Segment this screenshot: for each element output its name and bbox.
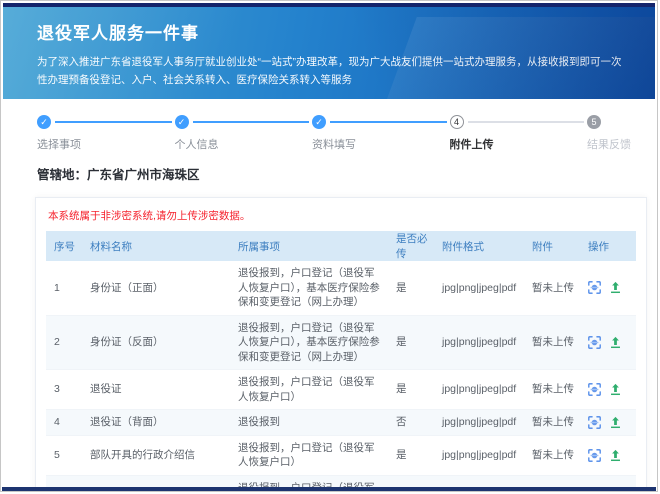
col-header-required: 是否必传 (388, 231, 434, 261)
upload-icon[interactable] (609, 416, 622, 429)
cell-material-name: 部队开具的行政介绍信 (82, 435, 230, 476)
col-header-attachment: 附件 (524, 231, 580, 261)
cell-index: 3 (46, 369, 82, 410)
upload-icon[interactable] (609, 336, 622, 349)
step-number-badge: 5 (587, 115, 601, 129)
step-select-matter[interactable]: ✓ 选择事项 (37, 115, 175, 152)
materials-table-body: 1 身份证（正面） 退役报到，户口登记（退役军人恢复户口），基本医疗保险参保和变… (46, 261, 636, 491)
check-icon: ✓ (312, 115, 326, 129)
cell-format: jpg|png|jpeg|pdf (434, 369, 524, 410)
cell-matter: 退役报到，户口登记（退役军人恢复户口），基本医疗保险参保和变更登记（网上办理） (230, 261, 388, 316)
cell-matter: 退役报到 (230, 409, 388, 436)
cell-material-name: 身份证（反面） (82, 315, 230, 370)
step-result-feedback[interactable]: 5 结果反馈 (587, 115, 631, 152)
cell-index: 4 (46, 409, 82, 436)
col-header-format: 附件格式 (434, 231, 524, 261)
upload-icon[interactable] (609, 449, 622, 462)
cell-attachment-status: 暂未上传 (524, 369, 580, 410)
cell-index: 5 (46, 435, 82, 476)
cell-required: 是 (388, 435, 434, 476)
material-row: 4 退役证（背面） 退役报到 否 jpg|png|jpeg|pdf 暂未上传 (46, 409, 636, 436)
cell-format: jpg|png|jpeg|pdf (434, 435, 524, 476)
scan-upload-icon[interactable] (588, 383, 601, 396)
table-header-row: 序号 材料名称 所属事项 是否必传 附件格式 附件 操作 (46, 231, 636, 261)
cell-matter: 退役报到，户口登记（退役军人恢复户口） (230, 435, 388, 476)
cell-attachment-status: 暂未上传 (524, 409, 580, 436)
step-fill-data[interactable]: ✓ 资料填写 (312, 115, 450, 152)
cell-material-name: 身份证（正面） (82, 261, 230, 316)
bottom-footer-edge (2, 487, 656, 491)
cell-format: jpg|png|jpeg|pdf (434, 315, 524, 370)
upload-icon[interactable] (609, 383, 622, 396)
cell-attachment-status: 暂未上传 (524, 261, 580, 316)
scan-upload-icon[interactable] (588, 281, 601, 295)
banner-body: 退役军人服务一件事 为了深入推进广东省退役军人事务厅就业创业处“一站式”办理改革… (3, 7, 655, 99)
check-icon: ✓ (37, 115, 51, 129)
cell-material-name: 退役证（背面） (82, 409, 230, 436)
step-label: 附件上传 (449, 139, 494, 151)
row-actions (588, 335, 632, 349)
material-row: 3 退役证 退役报到，户口登记（退役军人恢复户口） 是 jpg|png|jpeg… (46, 369, 636, 410)
material-row: 2 身份证（反面） 退役报到，户口登记（退役军人恢复户口），基本医疗保险参保和变… (46, 315, 636, 370)
cell-format: jpg|png|jpeg|pdf (434, 409, 524, 436)
cell-index: 2 (46, 315, 82, 370)
cell-format: jpg|png|jpeg|pdf (434, 261, 524, 316)
material-row: 1 身份证（正面） 退役报到，户口登记（退役军人恢复户口），基本医疗保险参保和变… (46, 261, 636, 316)
step-label: 个人信息 (174, 139, 219, 151)
upload-icon[interactable] (609, 281, 622, 294)
col-header-matter: 所属事项 (230, 231, 388, 261)
materials-table: 序号 材料名称 所属事项 是否必传 附件格式 附件 操作 1 身份证（正面） 退… (46, 231, 636, 491)
jurisdiction-value: 广东省广州市海珠区 (87, 168, 200, 182)
cell-attachment-status: 暂未上传 (524, 435, 580, 476)
scan-upload-icon[interactable] (588, 335, 601, 349)
cell-attachment-status: 暂未上传 (524, 315, 580, 370)
cell-index: 1 (46, 261, 82, 316)
cell-matter: 退役报到，户口登记（退役军人恢复户口），基本医疗保险参保和变更登记（网上办理） (230, 315, 388, 370)
materials-card: 本系统属于非涉密系统,请勿上传涉密数据。 序号 材料名称 所属事项 是否必传 附… (35, 197, 647, 491)
step-personal-info[interactable]: ✓ 个人信息 (174, 115, 313, 152)
cell-required: 否 (388, 409, 434, 436)
step-label: 资料填写 (312, 139, 356, 151)
cell-material-name: 退役证 (82, 369, 230, 410)
cell-required: 是 (388, 261, 434, 316)
col-header-material: 材料名称 (82, 231, 230, 261)
step-label: 选择事项 (37, 139, 81, 151)
row-actions (588, 448, 632, 462)
check-icon: ✓ (174, 115, 189, 129)
material-row: 5 部队开具的行政介绍信 退役报到，户口登记（退役军人恢复户口） 是 jpg|p… (46, 435, 636, 476)
veterans-service-page: 退役军人服务一件事 为了深入推进广东省退役军人事务厅就业创业处“一站式”办理改革… (0, 0, 658, 492)
progress-steps: ✓ 选择事项 ✓ 个人信息 ✓ 资料填写 4 附件上传 5 结果反馈 (37, 115, 631, 152)
cell-required: 是 (388, 369, 434, 410)
security-notice: 本系统属于非涉密系统,请勿上传涉密数据。 (48, 210, 251, 222)
page-title: 退役军人服务一件事 (37, 24, 199, 43)
scan-upload-icon[interactable] (588, 415, 601, 429)
step-number-badge: 4 (449, 115, 464, 129)
col-header-index: 序号 (46, 231, 82, 261)
step-label: 结果反馈 (587, 139, 631, 151)
cell-required: 是 (388, 315, 434, 370)
col-header-operation: 操作 (580, 231, 636, 261)
cell-matter: 退役报到，户口登记（退役军人恢复户口） (230, 369, 388, 410)
page-description: 为了深入推进广东省退役军人事务厅就业创业处“一站式”办理改革，现为广大战友们提供… (37, 56, 622, 86)
page-banner: 退役军人服务一件事 为了深入推进广东省退役军人事务厅就业创业处“一站式”办理改革… (3, 3, 655, 99)
scan-upload-icon[interactable] (588, 448, 601, 462)
row-actions (588, 415, 632, 429)
step-upload-attachments[interactable]: 4 附件上传 (449, 115, 588, 152)
row-actions (588, 281, 632, 295)
jurisdiction-label: 管辖地： (37, 168, 88, 182)
jurisdiction-line: 管辖地：广东省广州市海珠区 (37, 164, 621, 183)
row-actions (588, 383, 632, 396)
